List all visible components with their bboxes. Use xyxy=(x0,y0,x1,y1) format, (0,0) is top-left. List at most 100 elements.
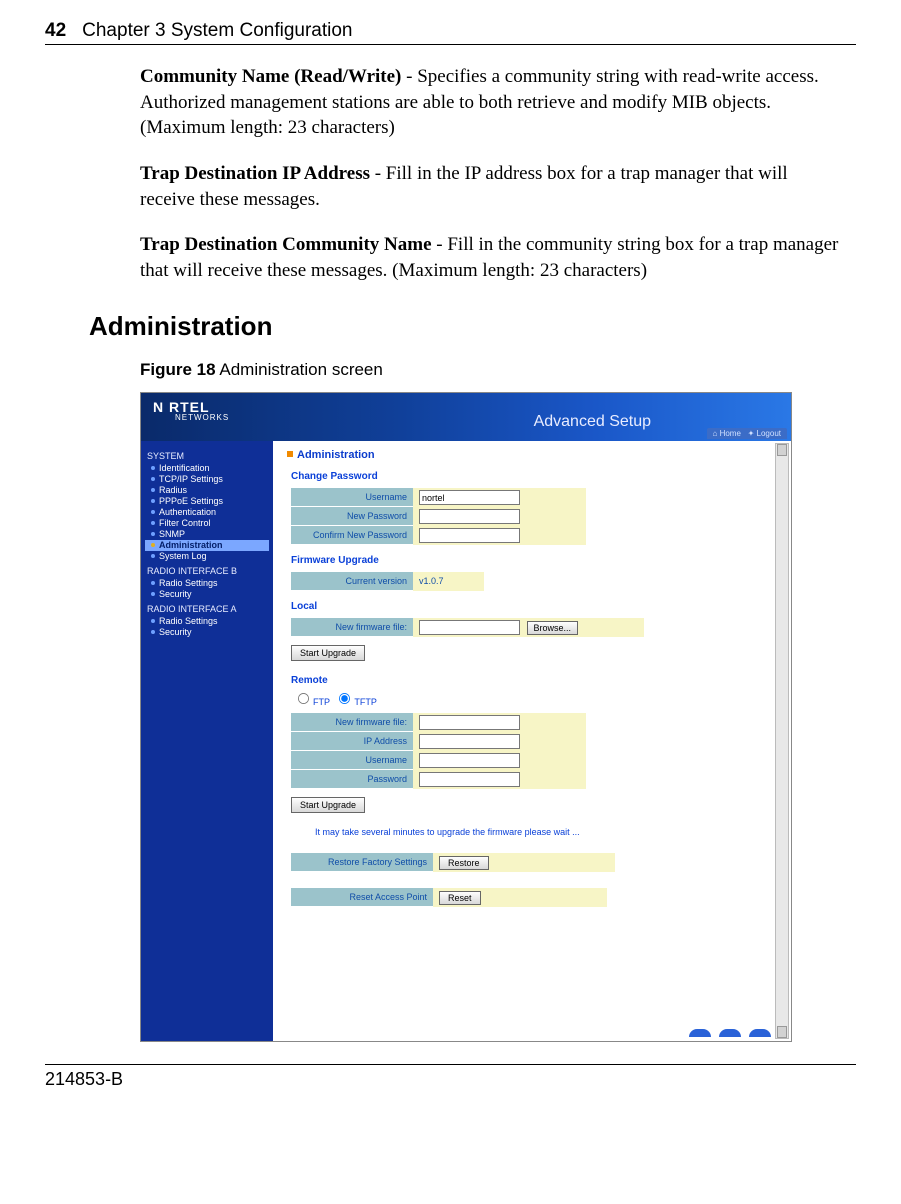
chapter-title: Chapter 3 System Configuration xyxy=(82,20,352,42)
local-heading: Local xyxy=(291,601,777,612)
remote-heading: Remote xyxy=(291,675,777,686)
sidebar-item-label: Identification xyxy=(159,463,210,473)
current-version-row: Current versionv1.0.7 xyxy=(291,572,484,591)
paragraph-trap-ip: Trap Destination IP Address - Fill in th… xyxy=(140,161,846,212)
remote-ip-input[interactable] xyxy=(419,734,520,749)
remote-username-input[interactable] xyxy=(419,753,520,768)
sidebar-item-radio-a-settings[interactable]: Radio Settings xyxy=(145,616,273,627)
remote-password-input[interactable] xyxy=(419,772,520,787)
sidebar-item-snmp[interactable]: SNMP xyxy=(145,529,273,540)
paragraph-trap-community: Trap Destination Community Name - Fill i… xyxy=(140,232,846,283)
sidebar-item-radio-b-settings[interactable]: Radio Settings xyxy=(145,578,273,589)
para2-bold: Trap Destination IP Address xyxy=(140,163,370,184)
reset-label: Reset Access Point xyxy=(291,888,433,907)
restore-button[interactable]: Restore xyxy=(439,856,489,870)
sidebar-item-label: PPPoE Settings xyxy=(159,496,223,506)
remote-ip-label: IP Address xyxy=(291,732,413,751)
tftp-radio[interactable] xyxy=(339,693,350,704)
restore-label: Restore Factory Settings xyxy=(291,853,433,872)
new-password-label: New Password xyxy=(291,507,413,526)
sidebar-item-label: System Log xyxy=(159,551,207,561)
remote-start-upgrade-button[interactable]: Start Upgrade xyxy=(291,797,365,813)
home-link[interactable]: Home xyxy=(720,429,741,438)
sidebar-item-label: Radius xyxy=(159,485,187,495)
logout-link[interactable]: Logout xyxy=(757,429,781,438)
sidebar-item-system-log[interactable]: System Log xyxy=(145,551,273,562)
sidebar-item-label: Administration xyxy=(159,540,223,550)
nortel-logo: N RTEL NETWORKS xyxy=(153,399,229,422)
top-link-bar: ⌂ Home ✦ Logout xyxy=(707,428,788,439)
browse-button[interactable]: Browse... xyxy=(527,621,579,635)
confirm-password-input[interactable] xyxy=(419,528,520,543)
sidebar-item-radius[interactable]: Radius xyxy=(145,485,273,496)
local-firmware-input[interactable] xyxy=(419,620,520,635)
current-version-label: Current version xyxy=(291,572,413,591)
sidebar-item-tcpip[interactable]: TCP/IP Settings xyxy=(145,474,273,485)
local-firmware-label: New firmware file: xyxy=(291,618,413,637)
remote-firmware-input[interactable] xyxy=(419,715,520,730)
remote-protocol-radio: FTP TFTP xyxy=(291,692,777,707)
change-password-form: Username New Password Confirm New Passwo… xyxy=(291,488,586,545)
sidebar-item-radio-b-security[interactable]: Security xyxy=(145,589,273,600)
remote-form: New firmware file: IP Address Username xyxy=(291,713,586,789)
restore-row: Restore Factory Settings Restore xyxy=(291,853,615,872)
para1-bold: Community Name (Read/Write) xyxy=(140,66,401,87)
username-input[interactable] xyxy=(419,490,520,505)
remote-username-label: Username xyxy=(291,751,413,770)
sidebar-group-radio-a: RADIO INTERFACE A xyxy=(147,604,273,614)
sidebar-item-pppoe[interactable]: PPPoE Settings xyxy=(145,496,273,507)
upgrade-wait-note: It may take several minutes to upgrade t… xyxy=(315,827,777,837)
tftp-label: TFTP xyxy=(354,697,377,707)
logo-sub: NETWORKS xyxy=(175,413,229,422)
reset-row: Reset Access Point Reset xyxy=(291,888,607,907)
ftp-radio[interactable] xyxy=(298,693,309,704)
sidebar-item-authentication[interactable]: Authentication xyxy=(145,507,273,518)
logout-icon: ✦ xyxy=(748,429,755,438)
current-version-value: v1.0.7 xyxy=(413,572,484,590)
para3-bold: Trap Destination Community Name xyxy=(140,234,432,255)
sidebar-item-label: Filter Control xyxy=(159,518,211,528)
remote-password-label: Password xyxy=(291,770,413,789)
home-icon: ⌂ xyxy=(713,429,718,438)
footer-rule xyxy=(45,1064,856,1065)
firmware-upgrade-heading: Firmware Upgrade xyxy=(291,555,777,566)
page-title: Administration xyxy=(287,449,777,461)
doc-id: 214853-B xyxy=(45,1069,856,1090)
figure-caption: Figure 18 Administration screen xyxy=(140,360,846,380)
confirm-password-label: Confirm New Password xyxy=(291,526,413,545)
sidebar-item-identification[interactable]: Identification xyxy=(145,463,273,474)
remote-firmware-label: New firmware file: xyxy=(291,713,413,732)
change-password-heading: Change Password xyxy=(291,471,777,482)
administration-screenshot: N RTEL NETWORKS Advanced Setup ⌂ Home ✦ … xyxy=(140,392,792,1042)
banner: N RTEL NETWORKS Advanced Setup ⌂ Home ✦ … xyxy=(141,393,791,441)
figure-number: Figure 18 xyxy=(140,360,216,379)
sidebar-item-radio-a-security[interactable]: Security xyxy=(145,627,273,638)
footer-decoration xyxy=(689,1029,771,1037)
sidebar-item-administration[interactable]: Administration xyxy=(145,540,269,551)
new-password-input[interactable] xyxy=(419,509,520,524)
sidebar-group-system: SYSTEM xyxy=(147,451,273,461)
sidebar-group-radio-b: RADIO INTERFACE B xyxy=(147,566,273,576)
sidebar-item-label: Radio Settings xyxy=(159,578,218,588)
sidebar: SYSTEM Identification TCP/IP Settings Ra… xyxy=(141,441,273,1041)
local-start-upgrade-button[interactable]: Start Upgrade xyxy=(291,645,365,661)
reset-button[interactable]: Reset xyxy=(439,891,481,905)
paragraph-community-name: Community Name (Read/Write) - Specifies … xyxy=(140,64,846,141)
username-label: Username xyxy=(291,488,413,507)
sidebar-item-filter-control[interactable]: Filter Control xyxy=(145,518,273,529)
page-header: 42 Chapter 3 System Configuration xyxy=(45,20,856,45)
page-number: 42 xyxy=(45,20,66,42)
section-heading-administration: Administration xyxy=(89,311,856,342)
figure-title: Administration screen xyxy=(216,360,383,379)
sidebar-item-label: SNMP xyxy=(159,529,185,539)
sidebar-item-label: TCP/IP Settings xyxy=(159,474,223,484)
sidebar-item-label: Security xyxy=(159,627,192,637)
main-panel: Administration Change Password Username … xyxy=(273,441,791,1041)
scrollbar[interactable] xyxy=(775,443,789,1039)
sidebar-item-label: Security xyxy=(159,589,192,599)
banner-title: Advanced Setup xyxy=(534,413,651,431)
local-form: New firmware file: Browse... xyxy=(291,618,644,637)
sidebar-item-label: Radio Settings xyxy=(159,616,218,626)
ftp-label: FTP xyxy=(313,697,330,707)
sidebar-item-label: Authentication xyxy=(159,507,216,517)
